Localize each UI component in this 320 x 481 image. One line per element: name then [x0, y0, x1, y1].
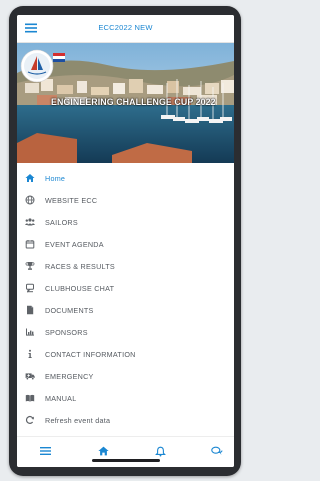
bell-icon — [154, 446, 166, 456]
home-icon — [97, 446, 109, 456]
banner-caption: ENGINEERING CHALLENGE CUP 2022 — [51, 97, 216, 107]
menu-item-sponsors[interactable]: SPONSORS — [17, 321, 234, 343]
menu-item-manual[interactable]: MANUAL — [17, 387, 234, 409]
menu-item-emergency[interactable]: EMERGENCY — [17, 365, 234, 387]
chart-icon — [25, 327, 35, 337]
menu-item-website-ecc[interactable]: WEBSITE ECC — [17, 189, 234, 211]
info-icon — [25, 349, 35, 359]
tab-home[interactable] — [96, 445, 110, 457]
navigation-menu: Home WEBSITE ECC SAILORS EVENT AGENDA RA… — [17, 167, 234, 431]
calendar-icon — [25, 239, 35, 249]
menu-icon — [39, 447, 51, 455]
book-icon — [25, 393, 35, 403]
bottom-tab-bar — [17, 436, 234, 467]
app-header: ECC2022 NEW — [17, 15, 234, 43]
menu-item-sailors[interactable]: SAILORS — [17, 211, 234, 233]
menu-item-home[interactable]: Home — [17, 167, 234, 189]
tab-menu[interactable] — [38, 445, 52, 457]
document-icon — [25, 305, 35, 315]
app-screen: ECC2022 NEW ENGINEERING CHALLENGE CUP 20… — [17, 15, 234, 467]
event-banner: ENGINEERING CHALLENGE CUP 2022 — [17, 43, 234, 163]
menu-item-documents[interactable]: DOCUMENTS — [17, 299, 234, 321]
refresh-icon — [25, 415, 35, 425]
chat-icon — [211, 446, 223, 455]
menu-item-races-results[interactable]: RACES & RESULTS — [17, 255, 234, 277]
tab-chat[interactable] — [210, 445, 224, 457]
menu-item-clubhouse-chat[interactable]: CLUBHOUSE CHAT — [17, 277, 234, 299]
menu-item-refresh-event-data[interactable]: Refresh event data — [17, 409, 234, 431]
home-indicator — [92, 459, 160, 462]
chat-icon — [25, 283, 35, 293]
trophy-icon — [25, 261, 35, 271]
globe-icon — [25, 195, 35, 205]
page-title: ECC2022 NEW — [98, 23, 153, 32]
home-icon — [25, 173, 35, 183]
menu-item-contact-information[interactable]: CONTACT INFORMATION — [17, 343, 234, 365]
tab-notifications[interactable] — [153, 445, 167, 457]
menu-item-event-agenda[interactable]: EVENT AGENDA — [17, 233, 234, 255]
users-icon — [25, 217, 35, 227]
ambulance-icon — [25, 371, 35, 381]
